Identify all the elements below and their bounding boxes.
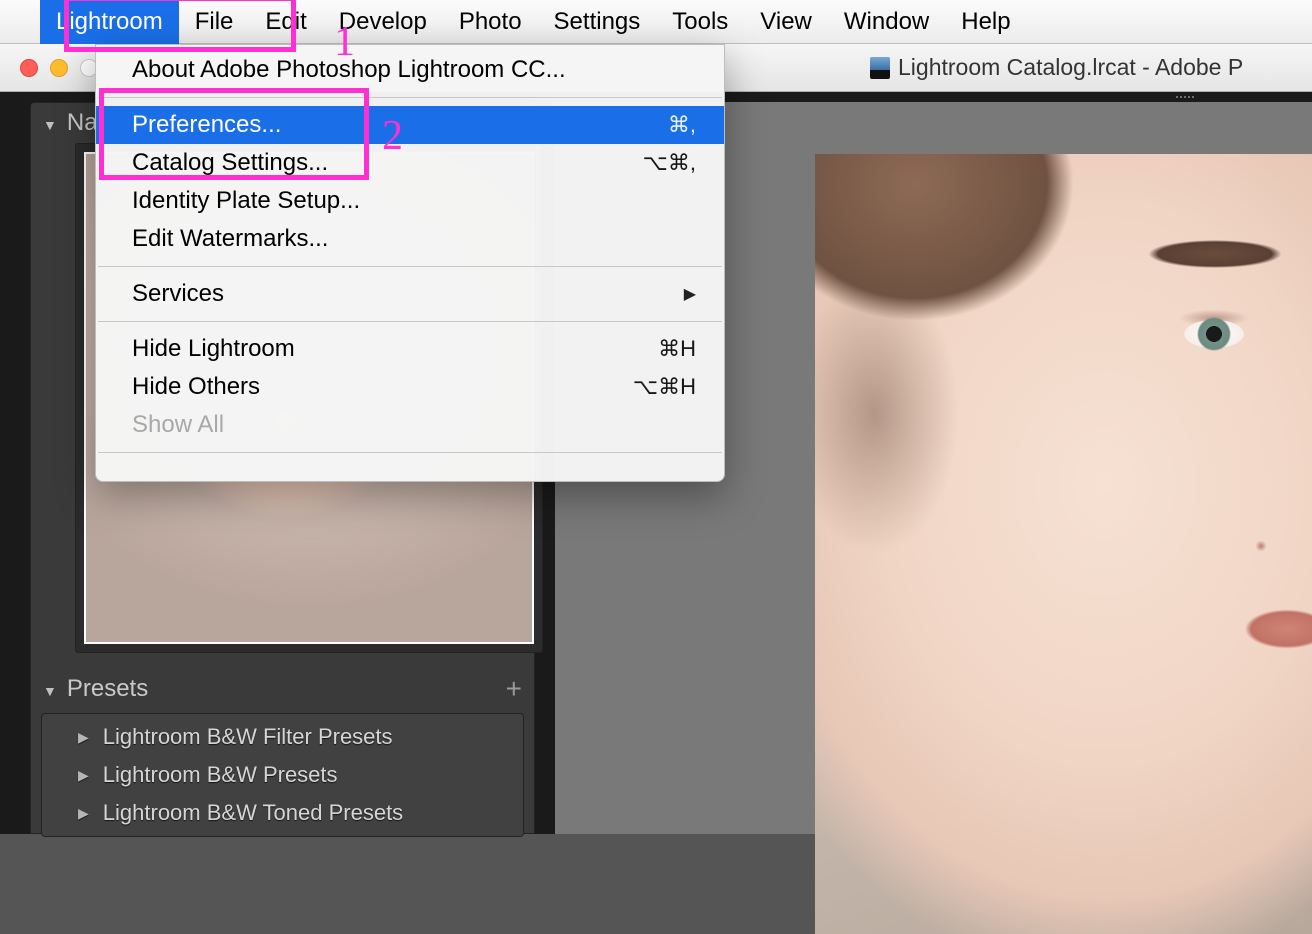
disclosure-triangle-icon: ▶ <box>78 729 89 746</box>
menubar-item-window[interactable]: Window <box>828 0 945 44</box>
window-title-text: Lightroom Catalog.lrcat - Adobe P <box>898 54 1243 81</box>
presets-header[interactable]: ▼ Presets + <box>31 667 534 711</box>
menu-item-services[interactable]: Services ▶ <box>96 275 724 313</box>
presets-header-label: Presets <box>67 675 148 702</box>
catalog-file-icon <box>870 57 890 79</box>
menu-item-quit[interactable] <box>96 461 724 471</box>
menu-item-label: About Adobe Photoshop Lightroom CC... <box>132 56 566 84</box>
disclosure-triangle-icon: ▼ <box>43 117 57 133</box>
menu-item-hide-others[interactable]: Hide Others ⌥⌘H <box>96 368 724 406</box>
menu-item-shortcut: ⌥⌘, <box>643 150 696 176</box>
lightroom-menu-dropdown: About Adobe Photoshop Lightroom CC... Pr… <box>95 44 725 482</box>
menu-item-shortcut: ⌘, <box>668 112 696 138</box>
menubar-item-lightroom[interactable]: Lightroom <box>40 0 179 44</box>
menubar-item-tools[interactable]: Tools <box>656 0 744 44</box>
add-preset-icon[interactable]: + <box>506 673 522 705</box>
preset-folder[interactable]: ▶ Lightroom B&W Filter Presets <box>42 718 523 756</box>
traffic-lights <box>0 59 98 77</box>
menubar-item-settings[interactable]: Settings <box>538 0 657 44</box>
preset-label: Lightroom B&W Presets <box>103 762 338 788</box>
menu-item-label: Services <box>132 280 224 308</box>
main-photo[interactable] <box>815 154 1312 934</box>
menu-item-about[interactable]: About Adobe Photoshop Lightroom CC... <box>96 51 724 89</box>
preset-folder[interactable]: ▶ Lightroom B&W Presets <box>42 756 523 794</box>
menu-separator <box>98 321 722 322</box>
menu-item-label: Edit Watermarks... <box>132 225 328 253</box>
disclosure-triangle-icon: ▼ <box>43 683 57 699</box>
menu-item-label: Preferences... <box>132 111 281 139</box>
menubar-item-file[interactable]: File <box>179 0 250 44</box>
menu-item-show-all: Show All <box>96 406 724 444</box>
presets-list: ▶ Lightroom B&W Filter Presets ▶ Lightro… <box>41 713 524 837</box>
preset-label: Lightroom B&W Toned Presets <box>103 800 403 826</box>
menu-item-shortcut: ⌘H <box>658 336 696 362</box>
menu-separator <box>98 452 722 453</box>
menu-item-label: Catalog Settings... <box>132 149 328 177</box>
menubar-item-photo[interactable]: Photo <box>443 0 538 44</box>
menu-item-identity-plate[interactable]: Identity Plate Setup... <box>96 182 724 220</box>
submenu-arrow-icon: ▶ <box>684 284 696 304</box>
menu-item-shortcut: ⌥⌘H <box>633 374 696 400</box>
menu-item-label: Show All <box>132 411 224 439</box>
menubar-item-help[interactable]: Help <box>945 0 1026 44</box>
disclosure-triangle-icon: ▶ <box>78 805 89 822</box>
menubar-item-edit[interactable]: Edit <box>249 0 322 44</box>
mac-menubar: Lightroom File Edit Develop Photo Settin… <box>0 0 1312 44</box>
preset-label: Lightroom B&W Filter Presets <box>103 724 393 750</box>
menubar-item-develop[interactable]: Develop <box>323 0 443 44</box>
menu-separator <box>98 97 722 98</box>
menubar-item-view[interactable]: View <box>744 0 828 44</box>
preset-folder[interactable]: ▶ Lightroom B&W Toned Presets <box>42 794 523 832</box>
menu-item-preferences[interactable]: Preferences... ⌘, <box>96 106 724 144</box>
menu-item-label: Hide Others <box>132 373 260 401</box>
menu-item-label: Identity Plate Setup... <box>132 187 360 215</box>
disclosure-triangle-icon: ▶ <box>78 767 89 784</box>
window-close-button[interactable] <box>20 59 38 77</box>
menu-item-catalog-settings[interactable]: Catalog Settings... ⌥⌘, <box>96 144 724 182</box>
menu-separator <box>98 266 722 267</box>
menu-item-label: Hide Lightroom <box>132 335 295 363</box>
menu-item-edit-watermarks[interactable]: Edit Watermarks... <box>96 220 724 258</box>
menu-item-hide-lightroom[interactable]: Hide Lightroom ⌘H <box>96 330 724 368</box>
window-minimize-button[interactable] <box>50 59 68 77</box>
window-title: Lightroom Catalog.lrcat - Adobe P <box>870 54 1243 81</box>
